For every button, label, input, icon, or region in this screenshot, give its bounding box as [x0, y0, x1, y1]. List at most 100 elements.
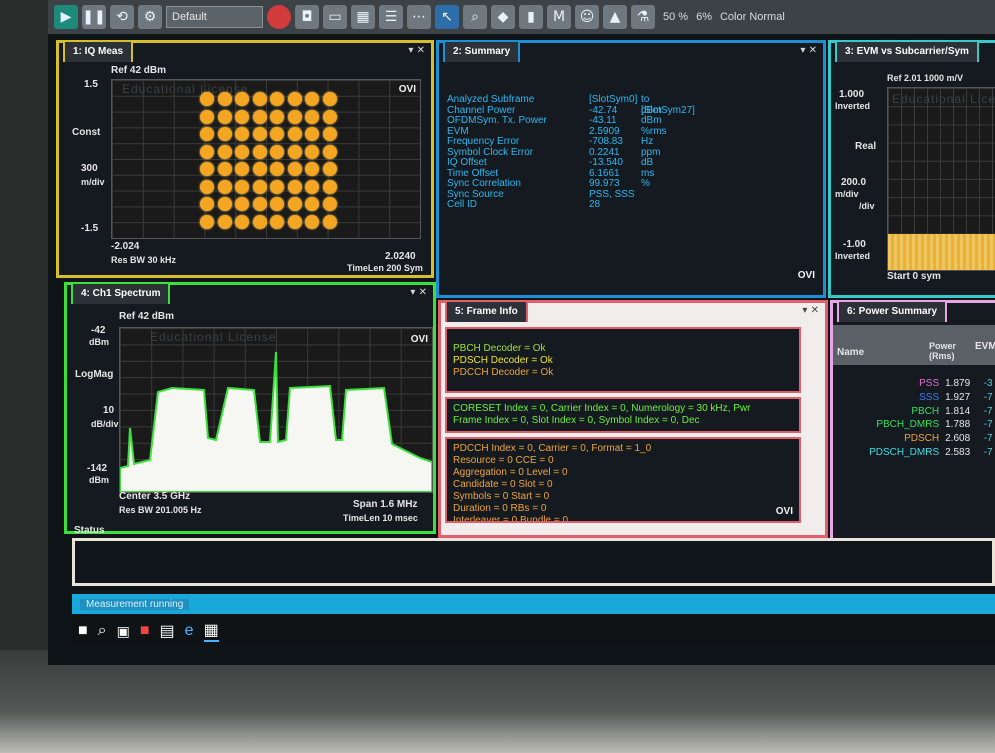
- power-row-value: 1.788: [945, 419, 971, 431]
- close-icon[interactable]: ▾ ✕: [800, 45, 817, 56]
- folder-icon[interactable]: ▤: [160, 621, 175, 641]
- summary-cell: -43.11: [589, 115, 617, 126]
- summary-cell: Cell ID: [447, 199, 478, 210]
- pdcch-row: Interleaver = 0 Bundle = 0: [453, 515, 569, 523]
- power-row-name: SSS: [919, 391, 940, 403]
- spectrum-plot[interactable]: Educational License OVI: [119, 327, 433, 493]
- pointer-icon[interactable]: ↖: [435, 5, 459, 29]
- y-bottom: -1.00: [843, 239, 866, 250]
- y-div: m/div: [81, 177, 105, 187]
- constellation-point: [287, 197, 302, 211]
- camera-icon[interactable]: ◘: [295, 5, 319, 29]
- constellation-point: [287, 179, 302, 194]
- record-icon[interactable]: [267, 5, 291, 29]
- layout-icon[interactable]: ☰: [379, 5, 403, 29]
- power-row-evm: -7: [983, 433, 993, 445]
- chart-icon[interactable]: ▲: [603, 5, 627, 29]
- power-table-header: [833, 325, 995, 365]
- browser-icon[interactable]: e: [185, 622, 194, 640]
- iq-meas-panel[interactable]: 1: IQ Meas ▾ ✕ Ref 42 dBm 1.5 Const 300 …: [56, 40, 434, 278]
- windows-icon[interactable]: ■: [78, 622, 88, 640]
- y-mid: 200.0: [841, 177, 867, 188]
- power-row[interactable]: PDSCH 2.608 -7: [833, 432, 995, 446]
- zoom-icon[interactable]: ⌕: [463, 5, 487, 29]
- spectrum-trace: [120, 351, 432, 492]
- summary-row: Sync Correlation 99.973%: [447, 178, 687, 190]
- preset-select[interactable]: Default: [166, 6, 263, 28]
- y-top: 1.5: [84, 79, 98, 90]
- constellation-point: [252, 109, 267, 124]
- y-mid-unit: m/div: [835, 189, 859, 199]
- bar-icon[interactable]: ▮: [519, 5, 543, 29]
- panel-tab[interactable]: 2: Summary: [443, 40, 521, 62]
- panel-tab[interactable]: 4: Ch1 Spectrum: [71, 282, 171, 304]
- close-icon[interactable]: ▾ ✕: [410, 287, 427, 298]
- pdcch-row: Aggregation = 0 Level = 0: [453, 467, 568, 478]
- search-icon[interactable]: ⌕: [98, 622, 107, 640]
- pdcch-table: Resource = 0 CCE = 0 Aggregation = 0 Leve…: [453, 455, 793, 523]
- constellation-point: [235, 144, 249, 159]
- summary-row: Analyzed Subframe [SlotSym0] to [SlotSym27…: [447, 94, 695, 115]
- constellation-plot[interactable]: Educational License OVI: [111, 79, 421, 239]
- ovi-indicator: OVI: [775, 506, 793, 517]
- y-top-unit: Inverted: [835, 101, 871, 111]
- power-row-evm: -3: [983, 378, 993, 389]
- constellation-point: [305, 179, 319, 194]
- y-real: Real: [855, 141, 877, 152]
- summary-cell: %: [641, 178, 650, 189]
- constellation-point: [287, 109, 302, 124]
- y-bottom: -1.5: [81, 223, 99, 234]
- user-icon[interactable]: ☺: [575, 5, 599, 29]
- close-icon[interactable]: ▾ ✕: [408, 45, 425, 56]
- x-left: -2.024: [111, 241, 140, 252]
- power-row[interactable]: PBCH_DMRS 1.788 -7: [833, 418, 995, 432]
- color-mode[interactable]: Color Normal: [720, 11, 785, 23]
- pause-icon[interactable]: ❚❚: [82, 5, 106, 29]
- peak-icon[interactable]: M: [547, 5, 571, 29]
- marker-icon[interactable]: ◆: [491, 5, 515, 29]
- markers-icon[interactable]: ⋯: [407, 5, 431, 29]
- grid-icon[interactable]: ▦: [351, 5, 375, 29]
- evm-trace: [888, 234, 995, 270]
- constellation-point: [217, 144, 232, 159]
- flask-icon[interactable]: ⚗: [631, 5, 655, 29]
- evm-panel[interactable]: 3: EVM vs Subcarrier/Sym Ref 2.01 1000 m…: [828, 40, 995, 298]
- col-name: Name: [837, 347, 865, 358]
- mem-usage: 6%: [696, 11, 712, 23]
- playback-icon[interactable]: ▭: [323, 5, 347, 29]
- status-area: [72, 538, 995, 586]
- task-view-icon[interactable]: ▣: [117, 623, 130, 640]
- constellation-point: [322, 127, 337, 141]
- power-row[interactable]: PDSCH_DMRS 2.583 -7: [833, 446, 995, 460]
- app-icon[interactable]: ■: [140, 622, 150, 640]
- constellation-point: [217, 197, 232, 211]
- close-icon[interactable]: ▾ ✕: [802, 305, 819, 316]
- constellation-point: [217, 109, 232, 124]
- constellation-point: [252, 127, 267, 141]
- panel-tab[interactable]: 3: EVM vs Subcarrier/Sym: [835, 40, 979, 62]
- panel-tab[interactable]: 6: Power Summary: [837, 300, 948, 322]
- y-top: -42: [91, 325, 106, 336]
- spectrum-panel[interactable]: 4: Ch1 Spectrum ▾ ✕ Ref 42 dBm -42 dBm L…: [64, 282, 436, 534]
- restart-icon[interactable]: ⟲: [110, 5, 134, 29]
- panel-tab[interactable]: 1: IQ Meas: [63, 40, 134, 62]
- panel-tab[interactable]: 5: Frame Info: [445, 300, 528, 322]
- measurement-status-tab: Measurement running: [72, 594, 995, 614]
- span: Span 1.6 MHz: [353, 499, 418, 510]
- power-row[interactable]: SSS 1.927 -7: [833, 391, 995, 405]
- evm-plot[interactable]: Educational License: [887, 87, 995, 271]
- power-row[interactable]: PSS 1.879 -3: [833, 377, 995, 391]
- constellation-point: [217, 214, 232, 229]
- summary-panel[interactable]: 2: Summary ▾ ✕ Analyzed Subframe [SlotSym…: [436, 40, 826, 298]
- constellation-point: [252, 144, 267, 159]
- taskbar-strip: ■ ⌕ ▣ ■ ▤ e ▦: [72, 616, 995, 646]
- power-summary-panel[interactable]: 6: Power Summary Name Power (Rms) EVM PS…: [830, 300, 995, 552]
- constellation-point: [287, 144, 302, 159]
- power-row[interactable]: PBCH 1.814 -7: [833, 405, 995, 419]
- pdcch-box: PDCCH Index = 0, Carrier = 0, Format = 1…: [445, 437, 801, 523]
- constellation-point: [217, 92, 232, 106]
- frame-info-panel[interactable]: 5: Frame Info ▾ ✕ PBCH Decoder = Ok PDSC…: [438, 300, 828, 538]
- y-logmag: LogMag: [75, 369, 114, 380]
- analyzer-app-icon[interactable]: ▦: [203, 620, 219, 642]
- play-icon[interactable]: ▶: [54, 5, 78, 29]
